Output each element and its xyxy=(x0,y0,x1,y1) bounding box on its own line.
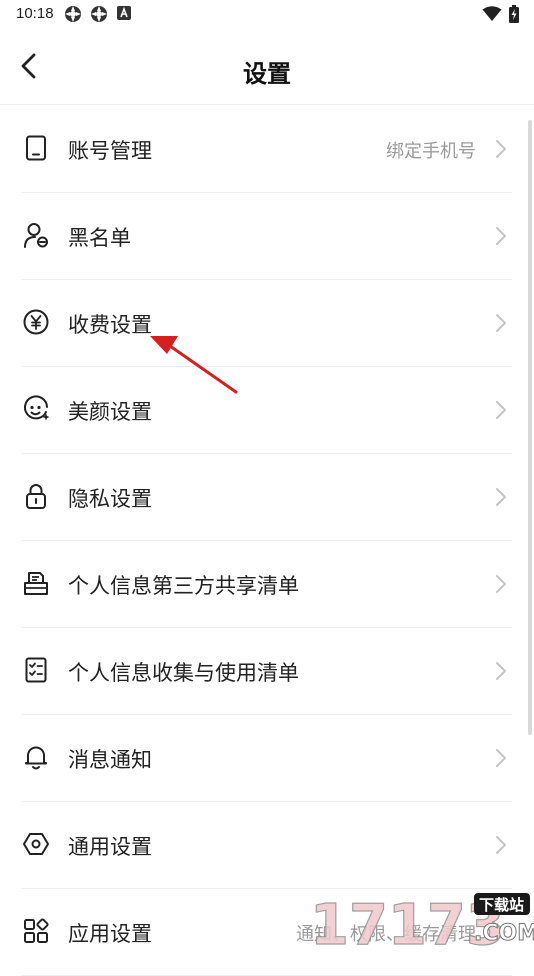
status-notification-icons xyxy=(64,5,132,23)
row-label: 账号管理 xyxy=(68,140,152,163)
row-label: 消息通知 xyxy=(68,749,152,772)
status-system-icons xyxy=(482,5,520,23)
status-bar: 10:18 xyxy=(0,0,534,28)
scrollbar[interactable] xyxy=(528,120,532,735)
battery-icon xyxy=(509,5,519,23)
bell-icon xyxy=(25,746,47,770)
face-icon xyxy=(24,395,50,421)
settings-row-third-party-share[interactable]: 个人信息第三方共享清单 xyxy=(22,541,512,628)
row-label: 收费设置 xyxy=(68,314,152,337)
settings-row-privacy[interactable]: 隐私设置 xyxy=(22,454,512,541)
settings-list: 账号管理 绑定手机号 黑名单 收费设置 美颜设置 隐私设置 个人信息第三方共享清… xyxy=(0,106,534,976)
settings-row-notification[interactable]: 消息通知 xyxy=(22,715,512,802)
watermark-logo: 17173 下载站 .COM xyxy=(309,892,534,950)
svg-text:下载站: 下载站 xyxy=(479,896,524,914)
chevron-right-icon xyxy=(496,314,506,332)
chevron-right-icon xyxy=(496,140,506,158)
settings-row-general[interactable]: 通用设置 xyxy=(22,802,512,889)
settings-row-blacklist[interactable]: 黑名单 xyxy=(22,193,512,280)
settings-row-info-collection[interactable]: 个人信息收集与使用清单 xyxy=(22,628,512,715)
chevron-right-icon xyxy=(496,575,506,593)
hexagon-icon xyxy=(23,833,49,855)
lock-icon xyxy=(26,484,46,509)
phone-icon xyxy=(26,135,46,161)
row-value: 绑定手机号 xyxy=(386,141,476,161)
svg-text:.COM: .COM xyxy=(474,921,534,946)
row-label: 通用设置 xyxy=(68,836,152,859)
row-label: 应用设置 xyxy=(68,923,152,946)
chevron-right-icon xyxy=(496,488,506,506)
settings-row-beauty[interactable]: 美颜设置 xyxy=(22,367,512,454)
page-title: 设置 xyxy=(243,61,291,88)
settings-row-account[interactable]: 账号管理 绑定手机号 xyxy=(22,106,512,193)
share-list-icon xyxy=(24,572,48,595)
notification-app-icon xyxy=(65,6,81,22)
notification-app-icon xyxy=(91,6,107,22)
status-time: 10:18 xyxy=(16,5,54,22)
user-block-icon xyxy=(24,223,48,248)
row-label: 美颜设置 xyxy=(68,401,152,424)
chevron-right-icon xyxy=(496,836,506,854)
settings-row-charging[interactable]: 收费设置 xyxy=(22,280,512,367)
checklist-icon xyxy=(25,657,47,683)
row-label: 个人信息收集与使用清单 xyxy=(68,662,299,685)
wifi-icon xyxy=(482,6,502,21)
notification-a-icon xyxy=(117,6,131,20)
apps-icon xyxy=(24,918,49,943)
chevron-right-icon xyxy=(496,227,506,245)
chevron-right-icon xyxy=(496,749,506,767)
chevron-right-icon xyxy=(496,401,506,419)
header-bar: 设置 xyxy=(0,28,534,105)
row-label: 黑名单 xyxy=(68,227,131,250)
row-label: 隐私设置 xyxy=(68,488,152,511)
row-label: 个人信息第三方共享清单 xyxy=(68,575,299,598)
chevron-right-icon xyxy=(496,662,506,680)
yen-icon xyxy=(23,309,49,335)
